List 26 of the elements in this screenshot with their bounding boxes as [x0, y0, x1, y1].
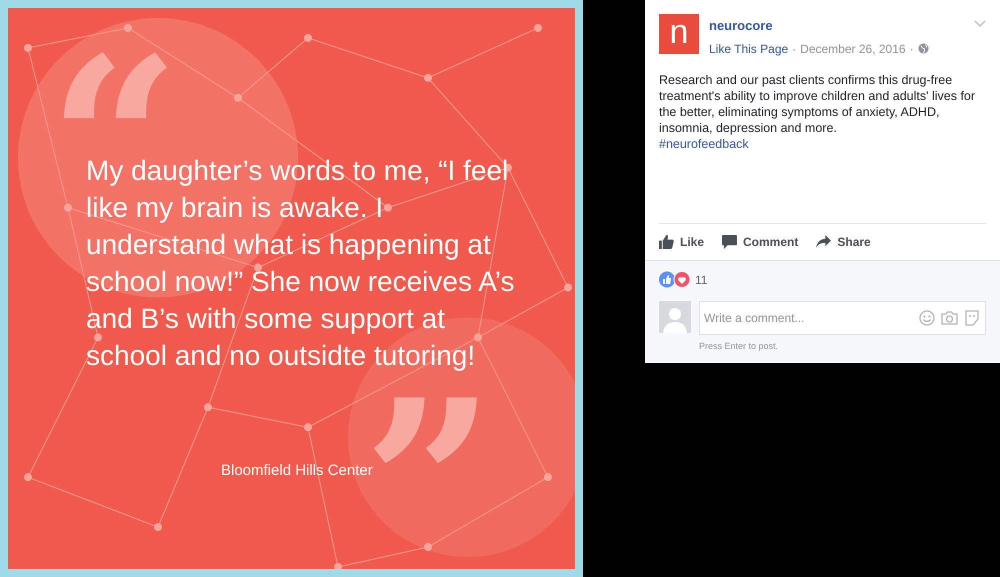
- separator-dot: ·: [792, 40, 796, 58]
- share-arrow-icon: [816, 235, 832, 248]
- open-quote-mark: “: [48, 28, 180, 138]
- sticker-icon[interactable]: [964, 310, 980, 326]
- page-logo[interactable]: n: [659, 14, 699, 54]
- like-page-link[interactable]: Like This Page: [709, 40, 788, 58]
- comment-field[interactable]: Write a comment...: [699, 300, 986, 334]
- quote-text: My daughter’s words to me, “I feel like my brain is awake. I understand what is happening at school now!” She now receives A’s and B’s with some support at school and no outsidte tutoring!: [86, 154, 516, 373]
- avatar-icon: [659, 300, 691, 332]
- post-text: Research and our past clients confirms this drug-free treatment's ability to improve children and adults' lives for the better, eliminating symptoms of anxiety, ADHD, insomnia, depression and more.: [659, 72, 976, 136]
- comment-action-button[interactable]: Comment: [722, 232, 798, 250]
- thumbs-up-icon: [659, 234, 674, 248]
- like-action-button[interactable]: Like: [659, 232, 704, 250]
- hashtag-link[interactable]: #neurofeedback: [659, 136, 986, 152]
- speech-bubble-icon: [722, 234, 738, 248]
- share-action-button[interactable]: Share: [816, 232, 871, 250]
- globe-icon: [918, 43, 929, 54]
- press-enter-hint: Press Enter to post.: [699, 340, 780, 353]
- page-name[interactable]: neurocore: [709, 16, 964, 36]
- reaction-icons[interactable]: [659, 271, 691, 288]
- reaction-count[interactable]: 11: [695, 270, 708, 288]
- smiley-icon[interactable]: [919, 310, 935, 326]
- separator-dot: ·: [910, 40, 914, 58]
- camera-icon[interactable]: [941, 310, 958, 325]
- caption: Bloomfield Hills Center: [221, 461, 373, 481]
- chevron-down-icon[interactable]: [974, 20, 986, 28]
